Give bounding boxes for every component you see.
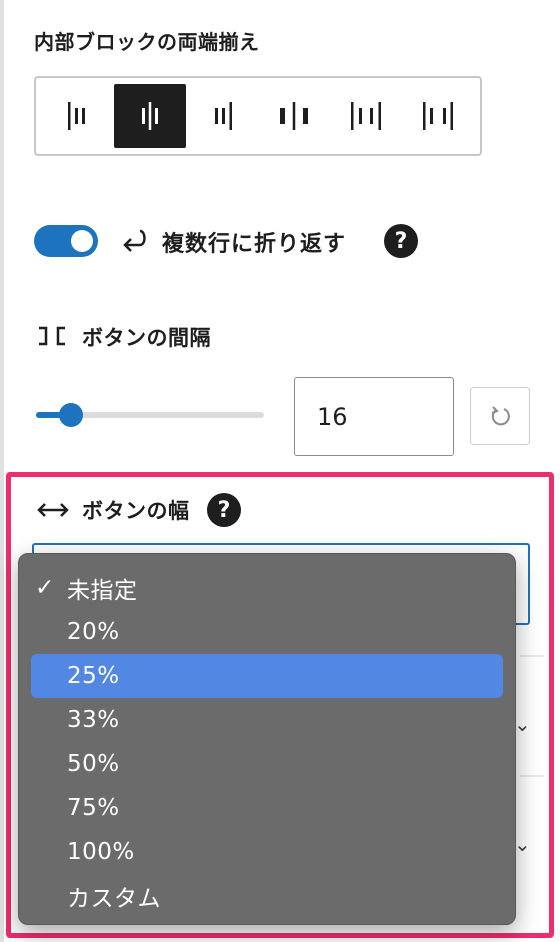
wrap-label: 複数行に折り返す (162, 232, 347, 257)
dropdown-option-label: 75% (67, 795, 120, 821)
wrap-help-icon[interactable]: ? (384, 224, 418, 258)
justification-title: 内部ブロックの両端揃え (34, 30, 260, 54)
dropdown-option[interactable]: ✓ 未指定 (31, 566, 503, 610)
dropdown-option-label: 50% (67, 751, 120, 777)
justify-space-around-icon (423, 102, 453, 130)
dropdown-option-label: 25% (67, 663, 120, 689)
justify-stretch-icon (351, 102, 381, 130)
width-label: ボタンの幅 (82, 499, 190, 523)
justify-center-icon (142, 102, 158, 130)
dropdown-option[interactable]: 33% (31, 698, 503, 742)
justify-center-button[interactable] (114, 84, 186, 148)
width-help-icon[interactable]: ? (207, 493, 241, 527)
justify-right-button[interactable] (186, 84, 258, 148)
dropdown-option[interactable]: 50% (31, 742, 503, 786)
gap-icon (39, 326, 65, 346)
justify-space-between-button[interactable] (258, 84, 330, 148)
dropdown-option-label: 未指定 (67, 578, 138, 604)
dropdown-option-label: 100% (67, 839, 135, 865)
gap-number-input[interactable]: 16 (294, 377, 454, 456)
dropdown-option[interactable]: 25% (31, 654, 503, 698)
dropdown-option[interactable]: カスタム (31, 874, 503, 918)
justify-space-around-button[interactable] (402, 84, 474, 148)
justify-stretch-button[interactable] (330, 84, 402, 148)
dropdown-option[interactable]: 75% (31, 786, 503, 830)
checkmark-icon: ✓ (35, 575, 55, 601)
justification-toolbar (34, 76, 482, 156)
panel-edge (0, 0, 4, 942)
reset-icon (491, 406, 510, 426)
dropdown-option-label: 33% (67, 707, 120, 733)
gap-reset-button[interactable] (470, 387, 530, 445)
wrap-arrow-icon (123, 229, 146, 252)
justify-left-button[interactable] (42, 84, 114, 148)
width-dropdown-menu: ✓ 未指定 20% 25% 33% 50% 75% 100% カスタム (18, 553, 516, 925)
wrap-toggle[interactable] (34, 225, 98, 257)
justify-space-between-icon (280, 102, 308, 130)
width-arrows-icon (37, 503, 69, 517)
justify-left-icon (68, 102, 85, 130)
justify-right-icon (215, 102, 232, 130)
gap-label: ボタンの間隔 (82, 326, 211, 350)
gap-slider-thumb[interactable] (59, 403, 83, 427)
dropdown-option[interactable]: 20% (31, 610, 503, 654)
toggle-knob (71, 230, 93, 252)
dropdown-option[interactable]: 100% (31, 830, 503, 874)
dropdown-option-label: 20% (67, 619, 120, 645)
dropdown-option-label: カスタム (67, 886, 161, 912)
